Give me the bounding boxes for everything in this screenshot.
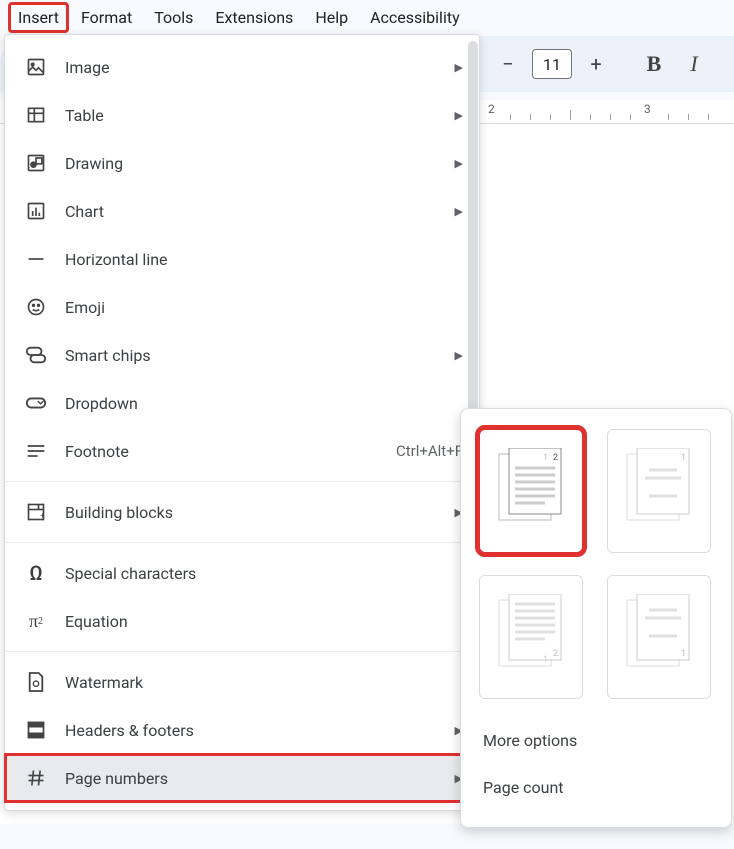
menu-label: Page numbers	[65, 769, 445, 788]
menu-label: Watermark	[65, 673, 463, 692]
menubar-insert[interactable]: Insert	[8, 2, 69, 33]
omega-icon: Ω	[25, 562, 47, 584]
menubar-extensions[interactable]: Extensions	[205, 2, 303, 33]
footnote-icon	[25, 440, 47, 462]
menu-watermark[interactable]: Watermark	[5, 658, 479, 706]
menubar-format[interactable]: Format	[71, 2, 142, 33]
horizontal-line-icon	[25, 248, 47, 270]
svg-text:+: +	[40, 511, 45, 521]
page-numbers-submenu: 2 1 1 2	[460, 408, 732, 828]
menu-special-characters[interactable]: Ω Special characters	[5, 549, 479, 597]
svg-text:1: 1	[681, 649, 686, 659]
submenu-arrow-icon: ▶	[455, 109, 463, 122]
menu-label: Table	[65, 106, 445, 125]
submenu-arrow-icon: ▶	[455, 205, 463, 218]
building-blocks-icon: +	[25, 501, 47, 523]
menu-equation[interactable]: π2 Equation	[5, 597, 479, 645]
page-number-style-header-all[interactable]: 2 1	[479, 429, 583, 553]
emoji-icon	[25, 296, 47, 318]
menu-label: Smart chips	[65, 346, 445, 365]
svg-text:1: 1	[681, 453, 686, 463]
menu-label: Horizontal line	[65, 250, 463, 269]
menu-divider	[5, 481, 479, 482]
menu-chart[interactable]: Chart ▶	[5, 187, 479, 235]
font-size-increase[interactable]: +	[578, 46, 614, 82]
ruler-mark: 3	[644, 102, 651, 116]
more-options[interactable]: More options	[479, 717, 713, 764]
menubar: Insert Format Tools Extensions Help Acce…	[0, 0, 734, 34]
menu-divider	[5, 542, 479, 543]
menu-label: Dropdown	[65, 394, 463, 413]
submenu-arrow-icon: ▶	[455, 157, 463, 170]
menubar-accessibility[interactable]: Accessibility	[360, 2, 470, 33]
dropdown-scrollbar[interactable]	[468, 41, 478, 451]
bold-button[interactable]: B	[636, 46, 672, 82]
svg-text:1: 1	[543, 655, 548, 665]
svg-text:1: 1	[543, 453, 548, 463]
menu-building-blocks[interactable]: + Building blocks ▶	[5, 488, 479, 536]
menu-table[interactable]: Table ▶	[5, 91, 479, 139]
menu-label: Drawing	[65, 154, 445, 173]
dropdown-icon	[25, 392, 47, 414]
menu-drawing[interactable]: Drawing ▶	[5, 139, 479, 187]
submenu-arrow-icon: ▶	[455, 61, 463, 74]
menu-label: Equation	[65, 612, 463, 631]
page-count[interactable]: Page count	[479, 764, 713, 811]
submenu-arrow-icon: ▶	[455, 349, 463, 362]
pi-icon: π2	[25, 610, 47, 632]
svg-text:2: 2	[553, 649, 558, 659]
page-number-style-header-skip-first[interactable]: 1	[607, 429, 711, 553]
menu-page-numbers[interactable]: Page numbers ▶	[5, 754, 479, 802]
insert-dropdown: Image ▶ Table ▶ Drawing ▶ Chart ▶ Horizo…	[4, 34, 480, 811]
menu-shortcut: Ctrl+Alt+F	[396, 442, 463, 460]
menu-label: Building blocks	[65, 503, 445, 522]
menu-smart-chips[interactable]: Smart chips ▶	[5, 331, 479, 379]
drawing-icon	[25, 152, 47, 174]
menu-horizontal-line[interactable]: Horizontal line	[5, 235, 479, 283]
page-number-style-footer-skip-first[interactable]: 1	[607, 575, 711, 699]
menu-headers-footers[interactable]: Headers & footers ▶	[5, 706, 479, 754]
font-size-decrease[interactable]: −	[490, 46, 526, 82]
page-number-style-footer-all[interactable]: 2 1	[479, 575, 583, 699]
menubar-help[interactable]: Help	[305, 2, 358, 33]
menu-label: Image	[65, 58, 445, 77]
menu-label: Footnote	[65, 442, 396, 461]
watermark-icon	[25, 671, 47, 693]
table-icon	[25, 104, 47, 126]
menu-emoji[interactable]: Emoji	[5, 283, 479, 331]
headers-footers-icon	[25, 719, 47, 741]
menu-dropdown[interactable]: Dropdown	[5, 379, 479, 427]
ruler-mark: 2	[488, 102, 495, 116]
image-icon	[25, 56, 47, 78]
italic-button[interactable]: I	[676, 46, 712, 82]
menubar-tools[interactable]: Tools	[144, 2, 203, 33]
hash-icon	[25, 767, 47, 789]
menu-label: Headers & footers	[65, 721, 445, 740]
menu-label: Chart	[65, 202, 445, 221]
menu-divider	[5, 651, 479, 652]
menu-footnote[interactable]: Footnote Ctrl+Alt+F	[5, 427, 479, 475]
menu-image[interactable]: Image ▶	[5, 43, 479, 91]
font-size-input[interactable]: 11	[532, 49, 572, 79]
chart-icon	[25, 200, 47, 222]
menu-label: Special characters	[65, 564, 463, 583]
svg-text:2: 2	[553, 453, 558, 463]
page-number-style-grid: 2 1 1 2	[479, 429, 713, 699]
smart-chips-icon	[25, 344, 47, 366]
menu-label: Emoji	[65, 298, 463, 317]
